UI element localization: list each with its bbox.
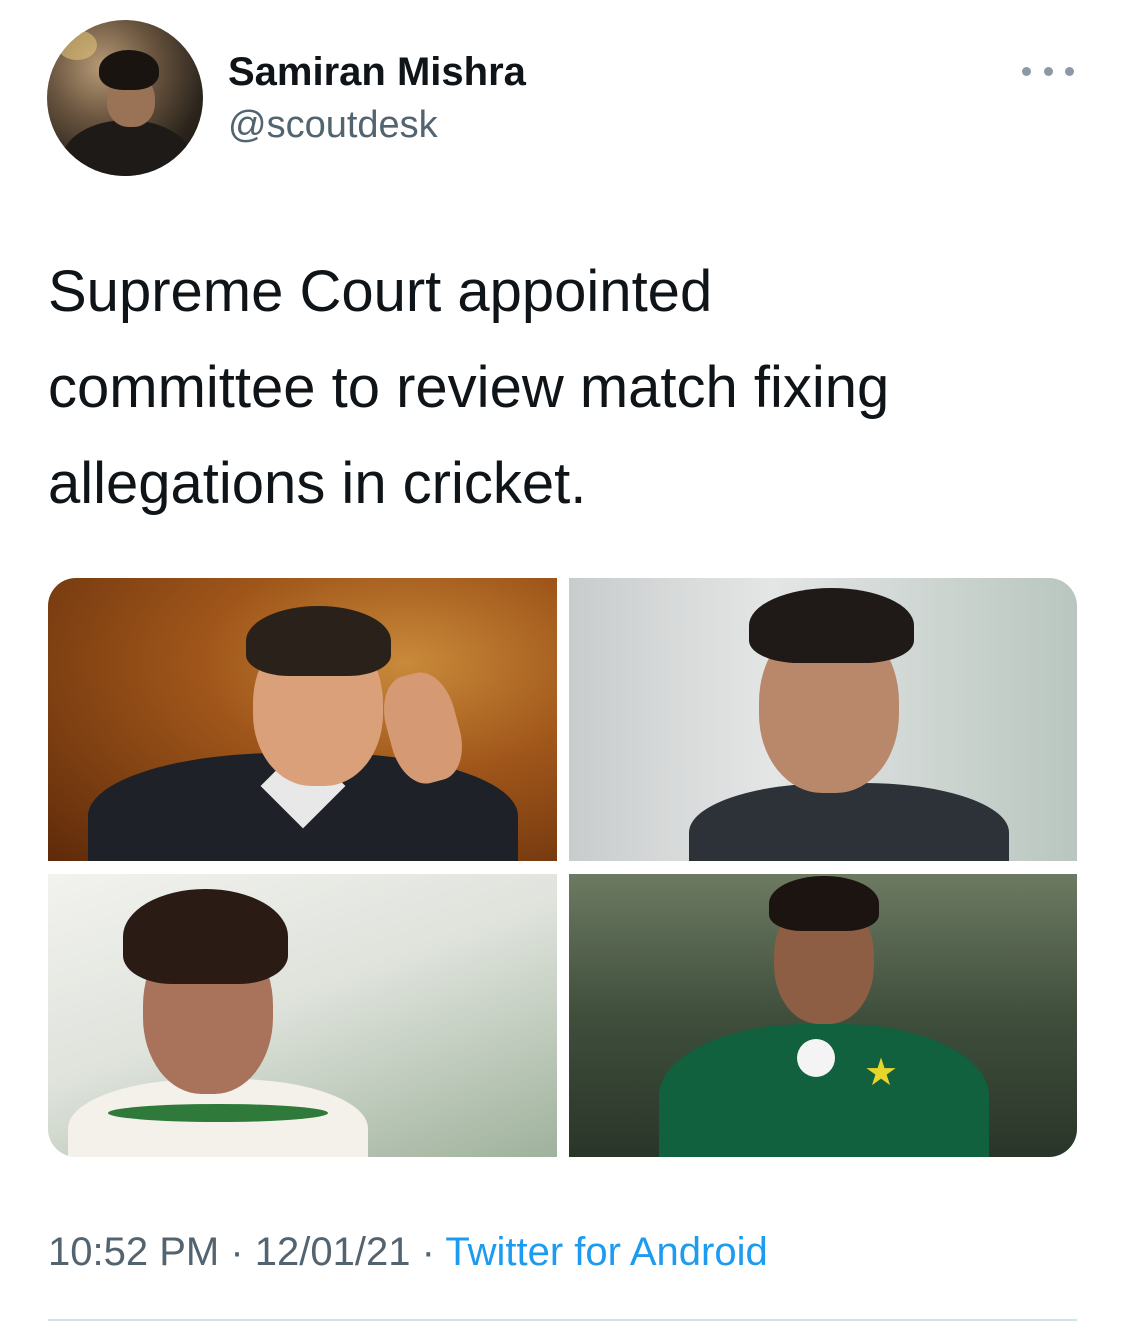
more-options-icon[interactable] [1022, 58, 1074, 84]
tweet-time[interactable]: 10:52 PM [48, 1230, 219, 1274]
photo-figure-hair [749, 588, 914, 663]
avatar-figure-body [62, 120, 192, 176]
photo-figure-hair [769, 876, 879, 931]
more-dot [1043, 66, 1053, 76]
more-dot [1065, 66, 1074, 76]
cricket-ball [797, 1039, 835, 1077]
tweet-text: Supreme Court appointed committee to rev… [48, 259, 890, 516]
photo-figure-hair [123, 889, 288, 984]
author-display-name[interactable]: Samiran Mishra [228, 50, 526, 95]
tweet-meta: 10:52 PM · 12/01/21 · Twitter for Androi… [48, 1230, 768, 1275]
tweet-source-link[interactable]: Twitter for Android [445, 1230, 767, 1274]
author-handle[interactable]: @scoutdesk [228, 104, 438, 147]
tweet-photo-3[interactable] [48, 874, 557, 1157]
divider [48, 1319, 1077, 1321]
more-dot [1022, 66, 1031, 76]
media-grid: ★ [48, 578, 1077, 1157]
photo-figure-hair [246, 606, 391, 676]
tweet: Samiran Mishra @scoutdesk Supreme Court … [0, 0, 1125, 1333]
avatar-background-light [57, 30, 97, 60]
tweet-photo-1[interactable] [48, 578, 557, 861]
meta-separator: · [421, 1230, 435, 1274]
star-icon: ★ [864, 1052, 899, 1094]
tweet-photo-2[interactable] [569, 578, 1077, 861]
tweet-photo-4[interactable]: ★ [569, 874, 1077, 1157]
photo-figure-sweater-stripe [108, 1104, 328, 1122]
photo-figure-body [689, 783, 1009, 861]
meta-separator: · [230, 1230, 244, 1274]
avatar[interactable] [47, 20, 203, 176]
tweet-date[interactable]: 12/01/21 [255, 1230, 411, 1274]
avatar-figure-hair [99, 50, 159, 90]
